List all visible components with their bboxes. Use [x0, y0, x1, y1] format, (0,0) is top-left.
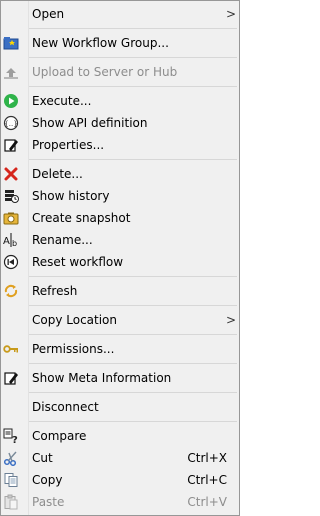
menu-item-new-workflow-group[interactable]: New Workflow Group... — [1, 32, 239, 54]
menu-item-label: Permissions... — [32, 342, 115, 356]
pencil-note-icon — [3, 137, 19, 153]
menu-item-permissions[interactable]: Permissions... — [1, 338, 239, 360]
svg-text:A: A — [3, 236, 10, 247]
execute-icon — [3, 93, 19, 109]
menu-separator — [29, 392, 237, 393]
menu-item-label: Properties... — [32, 138, 105, 152]
menu-item-label: Upload to Server or Hub — [32, 65, 178, 79]
menu-item-label: Copy — [32, 473, 63, 487]
menu-item-label: Open — [32, 7, 65, 21]
menu-item-open[interactable]: Open > — [1, 3, 239, 25]
menu-item-label: New Workflow Group... — [32, 36, 169, 50]
menu-item-show-api[interactable]: {..} Show API definition — [1, 112, 239, 134]
menu-item-label: Delete... — [32, 167, 83, 181]
menu-item-copy[interactable]: Copy Ctrl+C — [1, 469, 239, 491]
reset-icon — [3, 254, 19, 270]
key-icon — [3, 341, 19, 357]
refresh-icon — [3, 283, 19, 299]
menu-item-label: Show API definition — [32, 116, 148, 130]
menu-item-cut[interactable]: Cut Ctrl+X — [1, 447, 239, 469]
menu-item-label: Compare — [32, 429, 87, 443]
menu-item-properties[interactable]: Properties... — [1, 134, 239, 156]
context-menu: Open > New Workflow Group... Upload to S… — [0, 0, 240, 516]
camera-icon — [3, 210, 19, 226]
new-folder-icon — [3, 35, 19, 51]
menu-item-label: Paste — [32, 495, 65, 509]
api-icon: {..} — [3, 115, 19, 131]
menu-separator — [29, 86, 237, 87]
menu-separator — [29, 363, 237, 364]
menu-separator — [29, 305, 237, 306]
paste-icon — [3, 494, 19, 510]
menu-item-label: Cut — [32, 451, 53, 465]
menu-item-label: Disconnect — [32, 400, 99, 414]
menu-item-label: Show history — [32, 189, 110, 203]
menu-separator — [29, 334, 237, 335]
menu-item-delete[interactable]: Delete... — [1, 163, 239, 185]
menu-item-label: Create snapshot — [32, 211, 131, 225]
menu-item-shortcut: Ctrl+X — [187, 451, 227, 465]
menu-item-label: Show Meta Information — [32, 371, 172, 385]
menu-item-label: Rename... — [32, 233, 93, 247]
menu-separator — [29, 276, 237, 277]
menu-separator — [29, 421, 237, 422]
delete-x-icon — [3, 166, 19, 182]
menu-separator — [29, 57, 237, 58]
menu-item-paste: Paste Ctrl+V — [1, 491, 239, 513]
menu-item-rename[interactable]: A b Rename... — [1, 229, 239, 251]
menu-item-disconnect[interactable]: Disconnect — [1, 396, 239, 418]
menu-item-refresh[interactable]: Refresh — [1, 280, 239, 302]
svg-text:b: b — [12, 239, 17, 248]
menu-item-label: Execute... — [32, 94, 92, 108]
submenu-arrow-icon: > — [225, 313, 236, 327]
svg-text:?: ? — [12, 435, 18, 444]
menu-item-create-snapshot[interactable]: Create snapshot — [1, 207, 239, 229]
menu-item-shortcut: Ctrl+C — [187, 473, 227, 487]
menu-item-label: Refresh — [32, 284, 78, 298]
menu-separator — [29, 28, 237, 29]
menu-item-label: Reset workflow — [32, 255, 124, 269]
menu-item-upload: Upload to Server or Hub — [1, 61, 239, 83]
scissors-icon — [3, 450, 19, 466]
menu-separator — [29, 159, 237, 160]
menu-item-label: Copy Location — [32, 313, 118, 327]
upload-icon — [3, 64, 19, 80]
menu-item-show-history[interactable]: Show history — [1, 185, 239, 207]
history-icon — [3, 188, 19, 204]
menu-item-show-meta[interactable]: Show Meta Information — [1, 367, 239, 389]
rename-icon: A b — [3, 232, 19, 248]
submenu-arrow-icon: > — [225, 7, 236, 21]
pencil-note-icon — [3, 370, 19, 386]
menu-item-compare[interactable]: ? Compare — [1, 425, 239, 447]
menu-item-copy-location[interactable]: Copy Location > — [1, 309, 239, 331]
compare-icon: ? — [3, 428, 19, 444]
menu-item-shortcut: Ctrl+V — [187, 495, 227, 509]
svg-text:{..}: {..} — [4, 120, 17, 128]
menu-item-execute[interactable]: Execute... — [1, 90, 239, 112]
copy-icon — [3, 472, 19, 488]
menu-item-reset-workflow[interactable]: Reset workflow — [1, 251, 239, 273]
